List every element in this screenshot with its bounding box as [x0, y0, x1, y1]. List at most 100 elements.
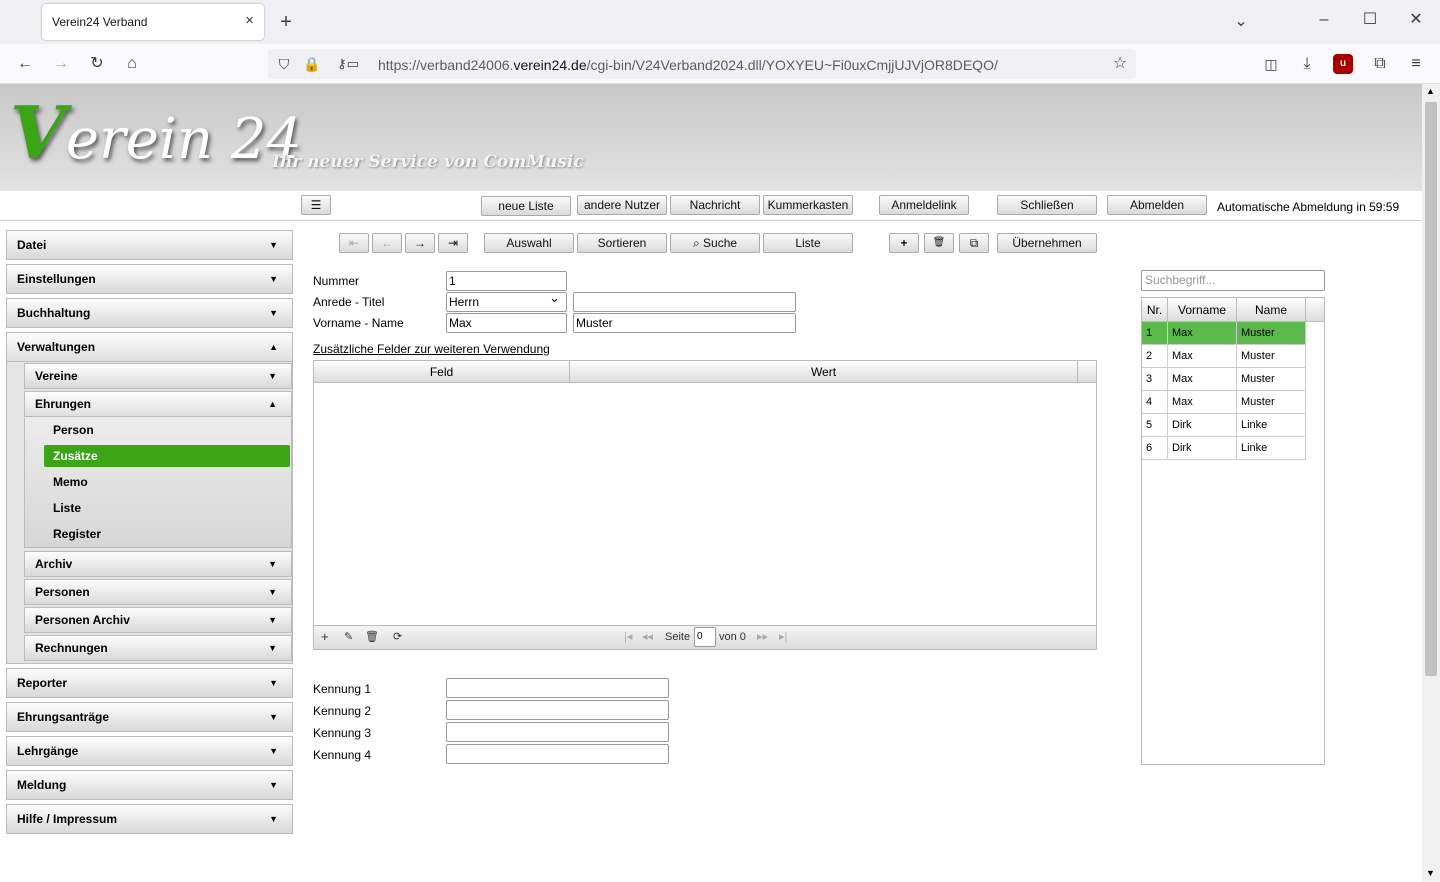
suche-button[interactable]: ⌕ Suche — [670, 233, 760, 253]
url-prefix: https://verband24006. — [378, 57, 514, 73]
ublock-icon[interactable]: u — [1333, 54, 1353, 74]
extensions-icon[interactable]: ⧉ — [1369, 54, 1391, 74]
list-row-2[interactable]: 2 Max Muster — [1142, 345, 1306, 368]
sortieren-button[interactable]: Sortieren — [577, 233, 667, 253]
lock-icon[interactable]: 🔒 — [302, 54, 322, 74]
sidebar-vereine[interactable]: Vereine ▼ — [24, 363, 292, 389]
auswahl-button[interactable]: Auswahl — [484, 233, 574, 253]
vorname-field[interactable]: Max — [446, 313, 567, 333]
nachricht-button[interactable]: Nachricht — [670, 195, 760, 215]
nummer-field[interactable]: 1 — [446, 271, 567, 291]
grid-delete-icon[interactable]: 🗑 — [365, 630, 379, 643]
list-row-6[interactable]: 6 Dirk Linke — [1142, 437, 1306, 460]
page-scrollbar[interactable]: ▲ ▼ — [1422, 84, 1440, 882]
sidebar-datei[interactable]: Datei ▼ — [6, 230, 293, 260]
first-record-button[interactable]: ⇤ — [339, 233, 369, 253]
col-name[interactable]: Name — [1237, 298, 1306, 322]
add-record-button[interactable]: + — [889, 233, 919, 253]
menu-icon[interactable]: ≡ — [1405, 54, 1427, 74]
menu-toggle-button[interactable]: ☰ — [301, 195, 331, 215]
sidebar-reporter[interactable]: Reporter ▼ — [6, 668, 293, 698]
sidebar-lehrgaenge[interactable]: Lehrgänge ▼ — [6, 736, 293, 766]
scroll-up-icon[interactable]: ▲ — [1426, 86, 1435, 96]
pager-next-icon[interactable]: ▸▸ — [757, 630, 768, 643]
tab-close-icon[interactable]: × — [245, 12, 254, 29]
pager-last-icon[interactable]: ▸| — [779, 630, 787, 643]
back-icon[interactable]: ← — [14, 54, 36, 74]
sidebar-rechnungen[interactable]: Rechnungen ▼ — [24, 635, 292, 661]
anmeldelink-button[interactable]: Anmeldelink — [879, 195, 969, 215]
home-icon[interactable]: ⌂ — [121, 54, 143, 74]
list-row-5[interactable]: 5 Dirk Linke — [1142, 414, 1306, 437]
schliessen-button[interactable]: Schließen — [997, 195, 1097, 215]
next-record-button[interactable]: → — [405, 233, 435, 253]
pager-page-input[interactable]: 0 — [694, 627, 716, 647]
sidebar-personen-archiv[interactable]: Personen Archiv ▼ — [24, 607, 292, 633]
forward-icon[interactable]: → — [50, 54, 72, 74]
pager-prev-icon[interactable]: ◂◂ — [642, 630, 653, 643]
minimize-icon[interactable]: – — [1314, 10, 1334, 30]
grid-col-feld[interactable]: Feld — [314, 361, 570, 383]
pager-first-icon[interactable]: |◂ — [624, 630, 632, 643]
maximize-icon[interactable]: ☐ — [1360, 10, 1380, 30]
grid-refresh-icon[interactable]: ⟳ — [393, 630, 402, 643]
list-row-1[interactable]: 1 Max Muster — [1142, 322, 1306, 345]
pocket-icon[interactable]: ◫ — [1260, 54, 1282, 74]
kennung2-field[interactable] — [446, 700, 669, 720]
liste-button[interactable]: Liste — [763, 233, 853, 253]
neue-liste-button[interactable]: neue Liste — [481, 196, 571, 216]
kennung1-field[interactable] — [446, 678, 669, 698]
zusatzfelder-link[interactable]: Zusätzliche Felder zur weiteren Verwendu… — [313, 342, 550, 356]
grid-add-icon[interactable]: + — [321, 629, 329, 644]
sidebar-buchhaltung[interactable]: Buchhaltung ▼ — [6, 298, 293, 328]
abmelden-button[interactable]: Abmelden — [1107, 195, 1207, 215]
titel-field[interactable] — [573, 292, 796, 312]
window-close-icon[interactable]: ✕ — [1406, 10, 1426, 30]
sidebar-item-memo[interactable]: Memo — [44, 471, 290, 493]
permissions-icon[interactable]: ⚷▭ — [330, 54, 366, 74]
sidebar-hilfe-impressum[interactable]: Hilfe / Impressum ▼ — [6, 804, 293, 834]
name-field[interactable]: Muster — [573, 313, 796, 333]
prev-record-button[interactable]: ← — [372, 233, 402, 253]
url-text[interactable]: https://verband24006.verein24.de/cgi-bin… — [378, 57, 998, 73]
sidebar-item-register[interactable]: Register — [44, 523, 290, 545]
andere-nutzer-button[interactable]: andere Nutzer — [577, 195, 667, 215]
bookmark-star-icon[interactable]: ☆ — [1110, 54, 1130, 74]
grid-edit-icon[interactable]: ✎ — [344, 630, 353, 643]
kennung3-field[interactable] — [446, 722, 669, 742]
list-row-3[interactable]: 3 Max Muster — [1142, 368, 1306, 391]
sidebar-item-person[interactable]: Person — [44, 419, 290, 441]
sidebar-item-liste[interactable]: Liste — [44, 497, 290, 519]
url-bar[interactable]: ⛉ 🔒 ⚷▭ https://verband24006.verein24.de/… — [268, 49, 1136, 79]
new-tab-button[interactable]: + — [276, 12, 296, 32]
sidebar-item-zusaetze[interactable]: Zusätze — [44, 445, 290, 467]
anrede-select[interactable]: Herrn — [446, 289, 567, 312]
sidebar-meldung[interactable]: Meldung ▼ — [6, 770, 293, 800]
copy-record-button[interactable]: ⧉ — [959, 233, 989, 253]
sidebar-personen[interactable]: Personen ▼ — [24, 579, 292, 605]
delete-record-button[interactable]: 🗑 — [924, 233, 954, 253]
browser-tab[interactable]: Verein24 Verband × — [42, 4, 264, 40]
uebernehmen-button[interactable]: Übernehmen — [997, 233, 1097, 253]
shield-icon[interactable]: ⛉ — [274, 54, 294, 74]
scrollbar-thumb[interactable] — [1425, 102, 1437, 676]
reload-icon[interactable]: ↻ — [86, 54, 108, 74]
kennung4-field[interactable] — [446, 744, 669, 764]
last-record-button[interactable]: ⇥ — [438, 233, 468, 253]
scroll-down-icon[interactable]: ▼ — [1426, 868, 1435, 878]
kummerkasten-button[interactable]: Kummerkasten — [763, 195, 853, 215]
tab-list-icon[interactable]: ⌄ — [1231, 12, 1251, 32]
chevron-down-icon: ▼ — [269, 814, 278, 824]
sidebar-archiv[interactable]: Archiv ▼ — [24, 551, 292, 577]
sidebar-ehrungen[interactable]: Ehrungen ▲ — [24, 391, 292, 417]
search-input[interactable]: Suchbegriff... — [1141, 270, 1325, 291]
sidebar-ehrungsantraege[interactable]: Ehrungsanträge ▼ — [6, 702, 293, 732]
sidebar-einstellungen[interactable]: Einstellungen ▼ — [6, 264, 293, 294]
col-vorname[interactable]: Vorname — [1168, 298, 1237, 322]
col-nr[interactable]: Nr. — [1142, 298, 1168, 322]
grid-col-wert[interactable]: Wert — [570, 361, 1078, 383]
sidebar-label: Archiv — [35, 557, 73, 571]
list-row-4[interactable]: 4 Max Muster — [1142, 391, 1306, 414]
sidebar-verwaltungen[interactable]: Verwaltungen ▲ — [6, 332, 293, 362]
download-icon[interactable]: ⤓ — [1296, 54, 1318, 74]
